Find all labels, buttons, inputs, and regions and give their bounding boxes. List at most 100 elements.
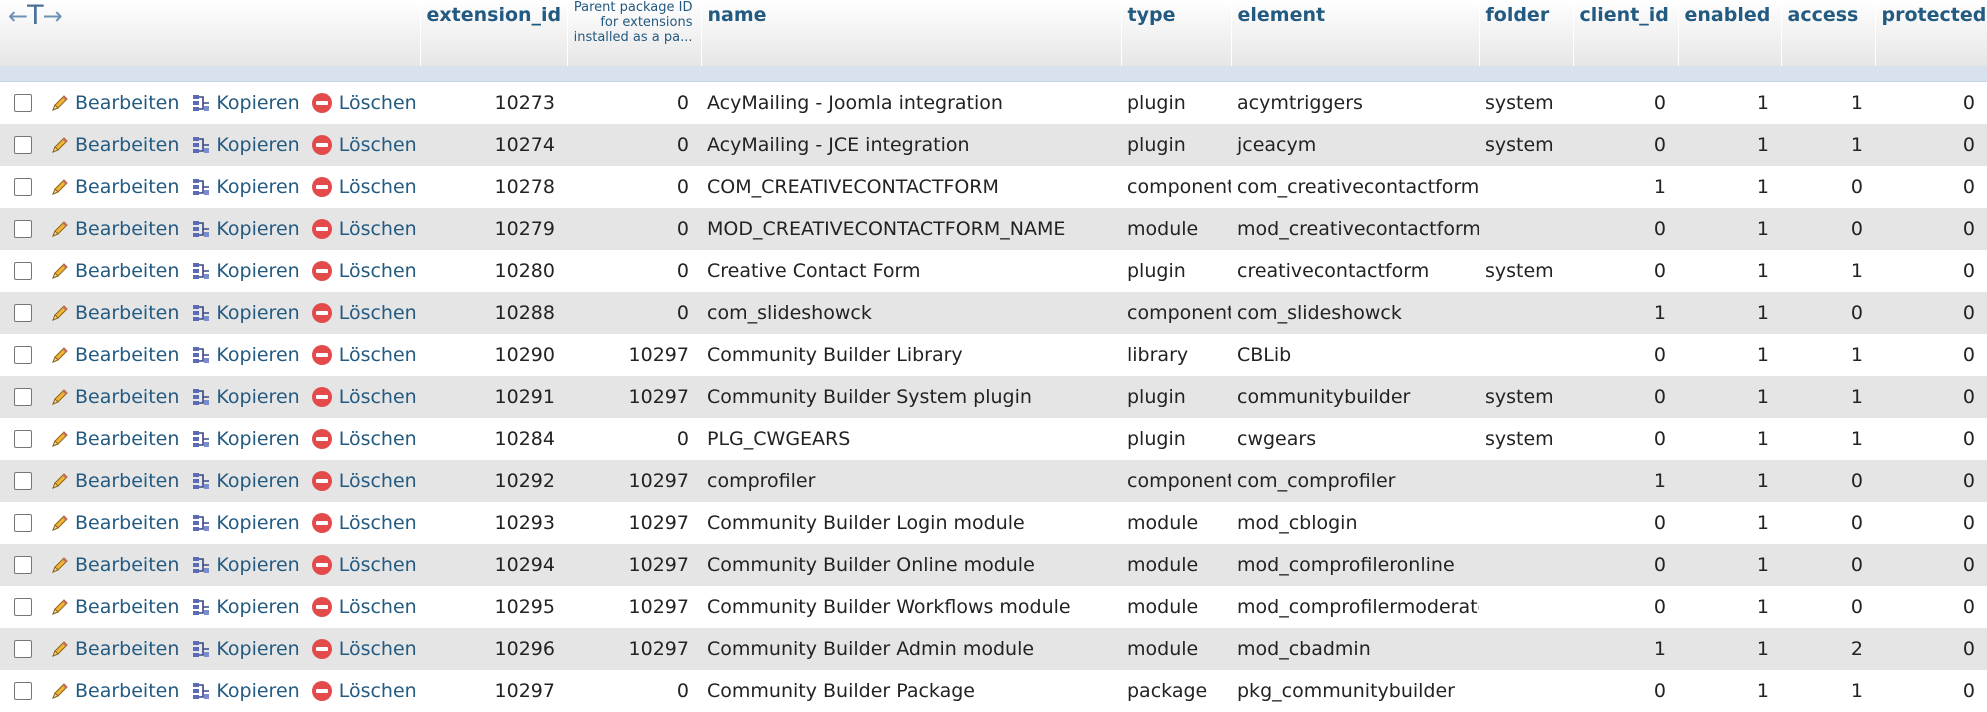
copy-button[interactable]: Kopieren (191, 470, 300, 492)
col-enabled[interactable]: enabled (1678, 0, 1782, 66)
copy-button[interactable]: Kopieren (191, 134, 300, 156)
copy-label[interactable]: Kopieren (216, 302, 299, 324)
copy-label[interactable]: Kopieren (216, 344, 299, 366)
table-row[interactable]: Bearbeiten Kopieren Löschen 10284 0 PLG_CW… (0, 418, 1987, 460)
edit-button[interactable]: Bearbeiten (50, 470, 179, 492)
edit-label[interactable]: Bearbeiten (75, 638, 179, 660)
delete-button[interactable]: Löschen (311, 428, 417, 450)
edit-label[interactable]: Bearbeiten (75, 176, 179, 198)
edit-button[interactable]: Bearbeiten (50, 512, 179, 534)
copy-label[interactable]: Kopieren (216, 218, 299, 240)
copy-label[interactable]: Kopieren (216, 680, 299, 702)
delete-label[interactable]: Löschen (339, 176, 417, 198)
copy-label[interactable]: Kopieren (216, 386, 299, 408)
copy-button[interactable]: Kopieren (191, 260, 300, 282)
col-client-id[interactable]: client_id (1573, 0, 1679, 66)
copy-button[interactable]: Kopieren (191, 176, 300, 198)
edit-button[interactable]: Bearbeiten (50, 134, 179, 156)
edit-button[interactable]: Bearbeiten (50, 680, 179, 702)
delete-button[interactable]: Löschen (311, 176, 417, 198)
delete-button[interactable]: Löschen (311, 134, 417, 156)
row-checkbox[interactable] (14, 556, 32, 575)
edit-label[interactable]: Bearbeiten (75, 554, 179, 576)
delete-button[interactable]: Löschen (311, 680, 417, 702)
table-row[interactable]: Bearbeiten Kopieren Löschen 10291 10297 Co… (0, 376, 1987, 418)
edit-button[interactable]: Bearbeiten (50, 596, 179, 618)
column-arrows[interactable]: ←T→ (0, 0, 421, 66)
edit-button[interactable]: Bearbeiten (50, 218, 179, 240)
copy-label[interactable]: Kopieren (216, 638, 299, 660)
delete-button[interactable]: Löschen (311, 260, 417, 282)
table-row[interactable]: Bearbeiten Kopieren Löschen 10278 0 COM_CR… (0, 166, 1987, 208)
row-checkbox[interactable] (14, 304, 32, 323)
delete-label[interactable]: Löschen (339, 680, 417, 702)
delete-button[interactable]: Löschen (311, 218, 417, 240)
table-row[interactable]: Bearbeiten Kopieren Löschen 10273 0 AcyMai… (0, 82, 1987, 124)
edit-label[interactable]: Bearbeiten (75, 302, 179, 324)
col-folder[interactable]: folder (1479, 0, 1574, 66)
copy-button[interactable]: Kopieren (191, 386, 300, 408)
delete-label[interactable]: Löschen (339, 428, 417, 450)
delete-label[interactable]: Löschen (339, 260, 417, 282)
copy-button[interactable]: Kopieren (191, 92, 300, 114)
copy-button[interactable]: Kopieren (191, 638, 300, 660)
edit-label[interactable]: Bearbeiten (75, 92, 179, 114)
table-row[interactable]: Bearbeiten Kopieren Löschen 10296 10297 Co… (0, 628, 1987, 670)
delete-button[interactable]: Löschen (311, 470, 417, 492)
row-checkbox[interactable] (14, 346, 32, 365)
delete-button[interactable]: Löschen (311, 512, 417, 534)
delete-button[interactable]: Löschen (311, 302, 417, 324)
edit-label[interactable]: Bearbeiten (75, 512, 179, 534)
delete-label[interactable]: Löschen (339, 512, 417, 534)
edit-label[interactable]: Bearbeiten (75, 428, 179, 450)
table-row[interactable]: Bearbeiten Kopieren Löschen 10295 10297 Co… (0, 586, 1987, 628)
row-checkbox[interactable] (14, 136, 32, 155)
copy-button[interactable]: Kopieren (191, 596, 300, 618)
edit-button[interactable]: Bearbeiten (50, 554, 179, 576)
edit-button[interactable]: Bearbeiten (50, 638, 179, 660)
copy-button[interactable]: Kopieren (191, 344, 300, 366)
copy-label[interactable]: Kopieren (216, 470, 299, 492)
col-type[interactable]: type (1121, 0, 1232, 66)
table-row[interactable]: Bearbeiten Kopieren Löschen 10294 10297 Co… (0, 544, 1987, 586)
delete-label[interactable]: Löschen (339, 596, 417, 618)
col-name[interactable]: name (701, 0, 1122, 66)
edit-label[interactable]: Bearbeiten (75, 470, 179, 492)
copy-label[interactable]: Kopieren (216, 176, 299, 198)
copy-label[interactable]: Kopieren (216, 134, 299, 156)
edit-button[interactable]: Bearbeiten (50, 92, 179, 114)
column-toggle-icon[interactable]: T (27, 0, 43, 31)
table-row[interactable]: Bearbeiten Kopieren Löschen 10290 10297 Co… (0, 334, 1987, 376)
table-row[interactable]: Bearbeiten Kopieren Löschen 10279 0 MOD_CR… (0, 208, 1987, 250)
row-checkbox[interactable] (14, 388, 32, 407)
row-checkbox[interactable] (14, 682, 32, 701)
table-row[interactable]: Bearbeiten Kopieren Löschen 10280 0 Creati… (0, 250, 1987, 292)
table-row[interactable]: Bearbeiten Kopieren Löschen 10288 0 com_sl… (0, 292, 1987, 334)
copy-label[interactable]: Kopieren (216, 596, 299, 618)
copy-button[interactable]: Kopieren (191, 428, 300, 450)
delete-label[interactable]: Löschen (339, 92, 417, 114)
copy-label[interactable]: Kopieren (216, 554, 299, 576)
delete-button[interactable]: Löschen (311, 386, 417, 408)
row-checkbox[interactable] (14, 430, 32, 449)
delete-button[interactable]: Löschen (311, 596, 417, 618)
table-row[interactable]: Bearbeiten Kopieren Löschen 10292 10297 co… (0, 460, 1987, 502)
copy-button[interactable]: Kopieren (191, 554, 300, 576)
col-access[interactable]: access (1781, 0, 1876, 66)
row-checkbox[interactable] (14, 472, 32, 491)
copy-label[interactable]: Kopieren (216, 260, 299, 282)
row-checkbox[interactable] (14, 640, 32, 659)
row-checkbox[interactable] (14, 220, 32, 239)
edit-label[interactable]: Bearbeiten (75, 260, 179, 282)
copy-button[interactable]: Kopieren (191, 218, 300, 240)
edit-button[interactable]: Bearbeiten (50, 260, 179, 282)
edit-label[interactable]: Bearbeiten (75, 344, 179, 366)
row-checkbox[interactable] (14, 514, 32, 533)
delete-label[interactable]: Löschen (339, 218, 417, 240)
edit-label[interactable]: Bearbeiten (75, 218, 179, 240)
edit-button[interactable]: Bearbeiten (50, 176, 179, 198)
edit-label[interactable]: Bearbeiten (75, 134, 179, 156)
table-row[interactable]: Bearbeiten Kopieren Löschen 10293 10297 Co… (0, 502, 1987, 544)
edit-button[interactable]: Bearbeiten (50, 302, 179, 324)
copy-label[interactable]: Kopieren (216, 512, 299, 534)
